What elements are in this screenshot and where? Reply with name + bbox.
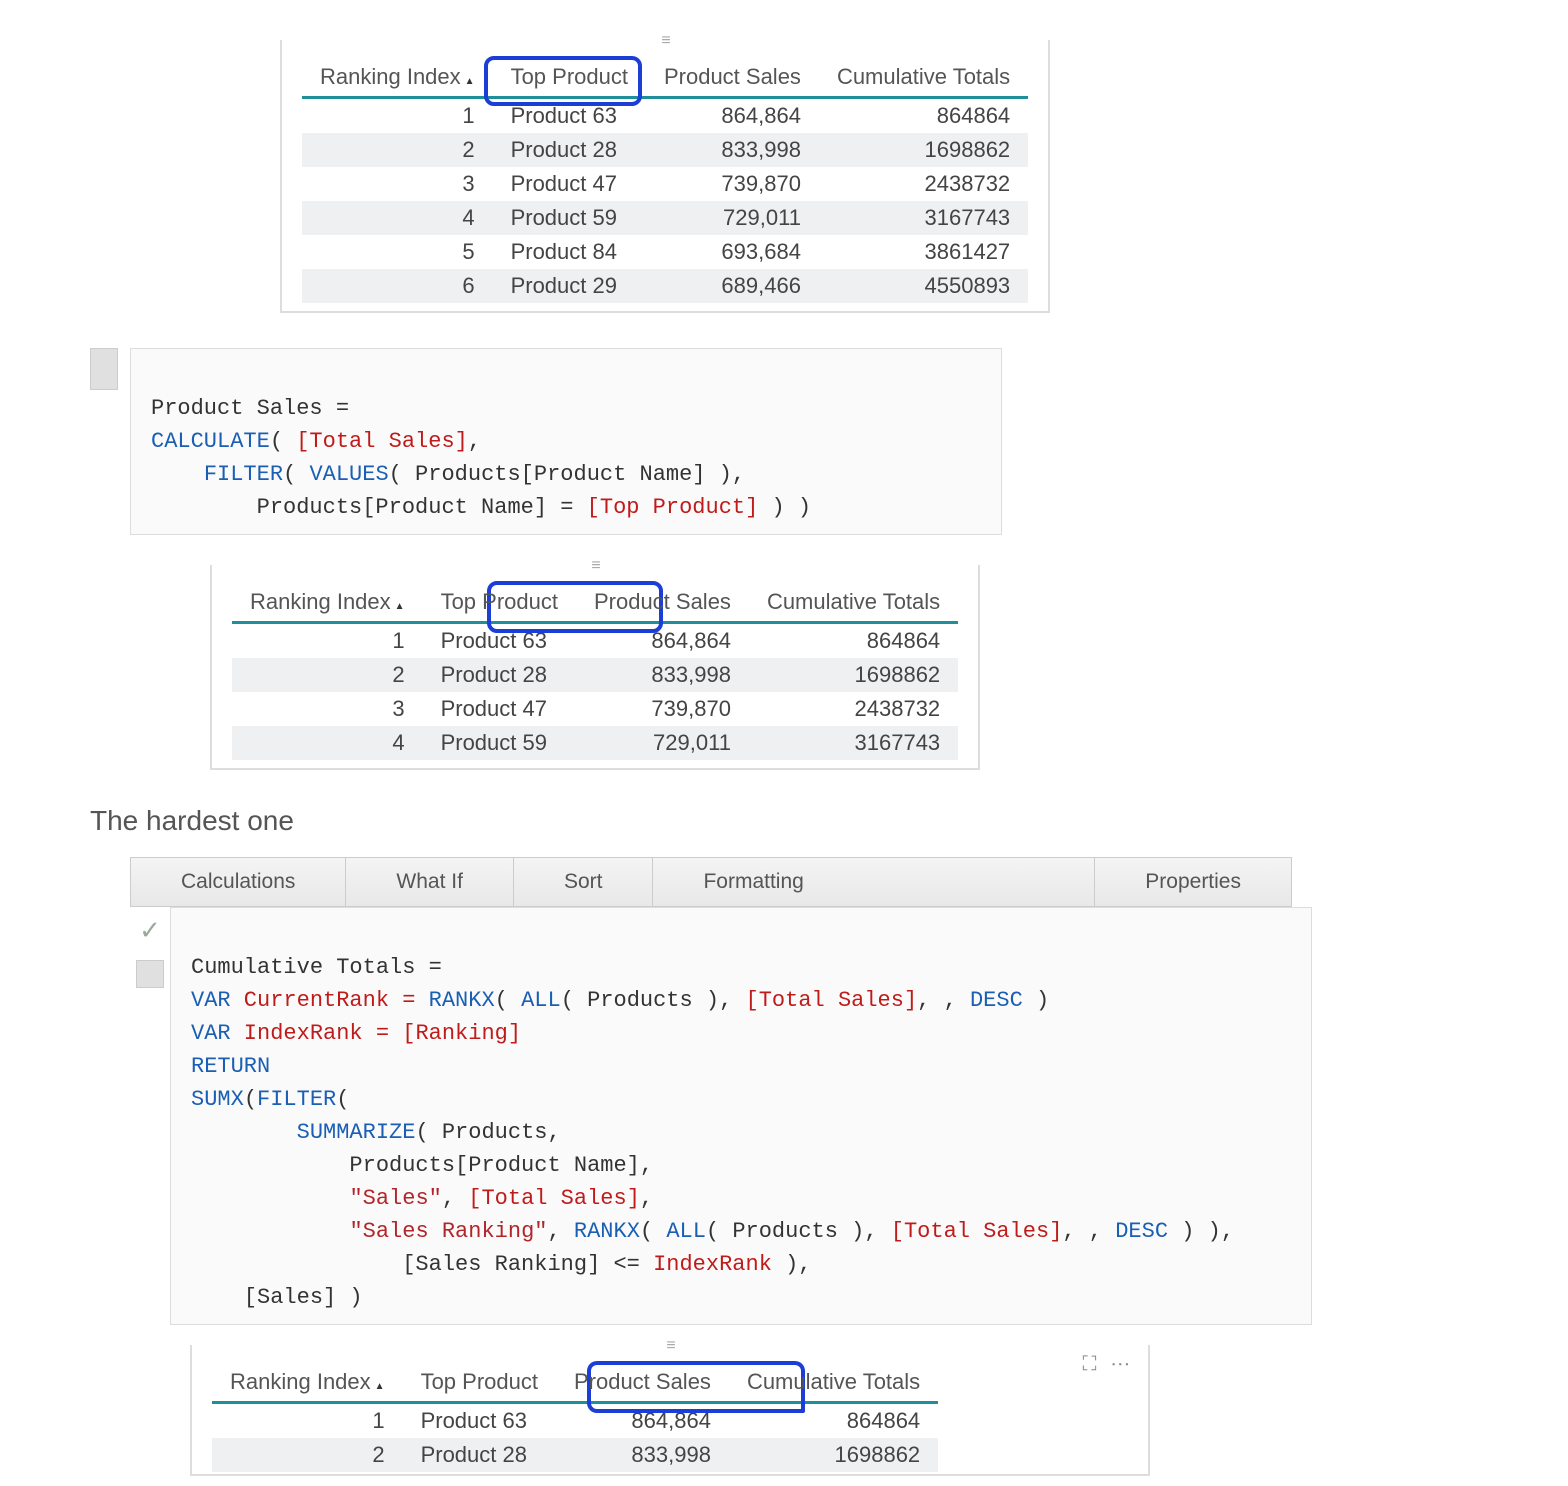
cell-cum: 864864 [729, 1403, 938, 1439]
more-icon[interactable]: ⋯ [1110, 1353, 1134, 1375]
cell-cum: 1698862 [749, 658, 958, 692]
dax-formula-product-sales[interactable]: Product Sales = CALCULATE( [Total Sales]… [130, 348, 1002, 535]
cell-product: Product 63 [493, 98, 646, 134]
drag-handle-icon[interactable]: ≡ [666, 1337, 673, 1355]
col-cumulative[interactable]: Cumulative Totals [819, 58, 1028, 98]
col-cumulative[interactable]: Cumulative Totals [749, 583, 958, 623]
col-top-product[interactable]: Top Product [493, 58, 646, 98]
table-row[interactable]: 3Product 47739,8702438732 [302, 167, 1028, 201]
cell-sales: 689,466 [646, 269, 819, 303]
cell-product: Product 29 [493, 269, 646, 303]
results-table-1[interactable]: ≡ Ranking Index▲ Top Product Product Sal… [280, 40, 1050, 313]
cell-idx: 2 [212, 1438, 403, 1472]
ribbon-tabs: Calculations What If Sort Formatting Pro… [130, 857, 1292, 907]
cell-sales: 833,998 [646, 133, 819, 167]
sort-asc-icon: ▲ [465, 76, 475, 87]
cell-cum: 3167743 [749, 726, 958, 760]
cell-cum: 3861427 [819, 235, 1028, 269]
focus-icon[interactable]: ⛶ [1082, 1353, 1100, 1375]
col-product-sales[interactable]: Product Sales [556, 1363, 729, 1403]
cell-product: Product 63 [403, 1403, 556, 1439]
sort-asc-icon: ▲ [375, 1381, 385, 1392]
commit-check-icon[interactable]: ✓ [131, 907, 169, 954]
table-row[interactable]: 3Product 47739,8702438732 [232, 692, 958, 726]
cell-cum: 864864 [749, 623, 958, 659]
cell-sales: 864,864 [646, 98, 819, 134]
col-ranking-index[interactable]: Ranking Index▲ [232, 583, 423, 623]
cell-idx: 2 [232, 658, 423, 692]
sort-asc-icon: ▲ [395, 601, 405, 612]
col-cumulative[interactable]: Cumulative Totals [729, 1363, 938, 1403]
results-table-2[interactable]: ≡ Ranking Index▲ Top Product Product Sal… [210, 565, 980, 770]
table-row[interactable]: 2Product 28833,9981698862 [302, 133, 1028, 167]
cell-idx: 2 [302, 133, 493, 167]
cell-sales: 833,998 [556, 1438, 729, 1472]
table-row[interactable]: 4Product 59729,0113167743 [232, 726, 958, 760]
drag-handle-icon[interactable]: ≡ [661, 32, 668, 50]
cell-sales: 833,998 [576, 658, 749, 692]
cell-product: Product 84 [493, 235, 646, 269]
tab-formatting[interactable]: Formatting [653, 858, 1095, 906]
cell-sales: 864,864 [556, 1403, 729, 1439]
col-product-sales[interactable]: Product Sales [646, 58, 819, 98]
cell-cum: 1698862 [729, 1438, 938, 1472]
cell-idx: 6 [302, 269, 493, 303]
tab-whatif[interactable]: What If [346, 858, 514, 906]
cell-cum: 4550893 [819, 269, 1028, 303]
cell-cum: 3167743 [819, 201, 1028, 235]
cell-product: Product 47 [493, 167, 646, 201]
cell-product: Product 59 [423, 726, 576, 760]
cell-sales: 729,011 [576, 726, 749, 760]
tab-properties[interactable]: Properties [1095, 858, 1291, 906]
col-top-product[interactable]: Top Product [423, 583, 576, 623]
table-row[interactable]: 6Product 29689,4664550893 [302, 269, 1028, 303]
tab-sort[interactable]: Sort [514, 858, 654, 906]
cell-idx: 4 [302, 201, 493, 235]
cell-idx: 3 [232, 692, 423, 726]
table-row[interactable]: 1Product 63864,864864864 [232, 623, 958, 659]
section-heading: The hardest one [90, 805, 1508, 837]
col-top-product[interactable]: Top Product [403, 1363, 556, 1403]
handle-icon [90, 348, 118, 390]
cell-idx: 5 [302, 235, 493, 269]
cell-idx: 1 [212, 1403, 403, 1439]
results-table-3[interactable]: ≡ ⛶ ⋯ Ranking Index▲ Top Product Product… [190, 1345, 1150, 1476]
cell-cum: 2438732 [819, 167, 1028, 201]
cell-sales: 729,011 [646, 201, 819, 235]
cell-cum: 2438732 [749, 692, 958, 726]
tab-calculations[interactable]: Calculations [131, 858, 346, 906]
cell-product: Product 47 [423, 692, 576, 726]
table-row[interactable]: 4Product 59729,0113167743 [302, 201, 1028, 235]
cell-product: Product 28 [423, 658, 576, 692]
handle-icon [136, 960, 164, 988]
col-product-sales[interactable]: Product Sales [576, 583, 749, 623]
cell-product: Product 63 [423, 623, 576, 659]
table-row[interactable]: 5Product 84693,6843861427 [302, 235, 1028, 269]
table-row[interactable]: 1Product 63864,864864864 [212, 1403, 938, 1439]
cell-idx: 1 [302, 98, 493, 134]
drag-handle-icon[interactable]: ≡ [591, 557, 598, 575]
cell-product: Product 28 [493, 133, 646, 167]
table-row[interactable]: 2Product 28833,9981698862 [212, 1438, 938, 1472]
cell-cum: 864864 [819, 98, 1028, 134]
col-ranking-index[interactable]: Ranking Index▲ [302, 58, 493, 98]
cell-idx: 1 [232, 623, 423, 659]
cell-cum: 1698862 [819, 133, 1028, 167]
cell-sales: 739,870 [646, 167, 819, 201]
cell-idx: 3 [302, 167, 493, 201]
cell-sales: 864,864 [576, 623, 749, 659]
cell-product: Product 59 [493, 201, 646, 235]
table-row[interactable]: 1Product 63864,864864864 [302, 98, 1028, 134]
col-ranking-index[interactable]: Ranking Index▲ [212, 1363, 403, 1403]
cell-product: Product 28 [403, 1438, 556, 1472]
dax-formula-cumulative[interactable]: Cumulative Totals = VAR CurrentRank = RA… [170, 907, 1312, 1325]
cell-sales: 693,684 [646, 235, 819, 269]
cell-sales: 739,870 [576, 692, 749, 726]
table-row[interactable]: 2Product 28833,9981698862 [232, 658, 958, 692]
cell-idx: 4 [232, 726, 423, 760]
